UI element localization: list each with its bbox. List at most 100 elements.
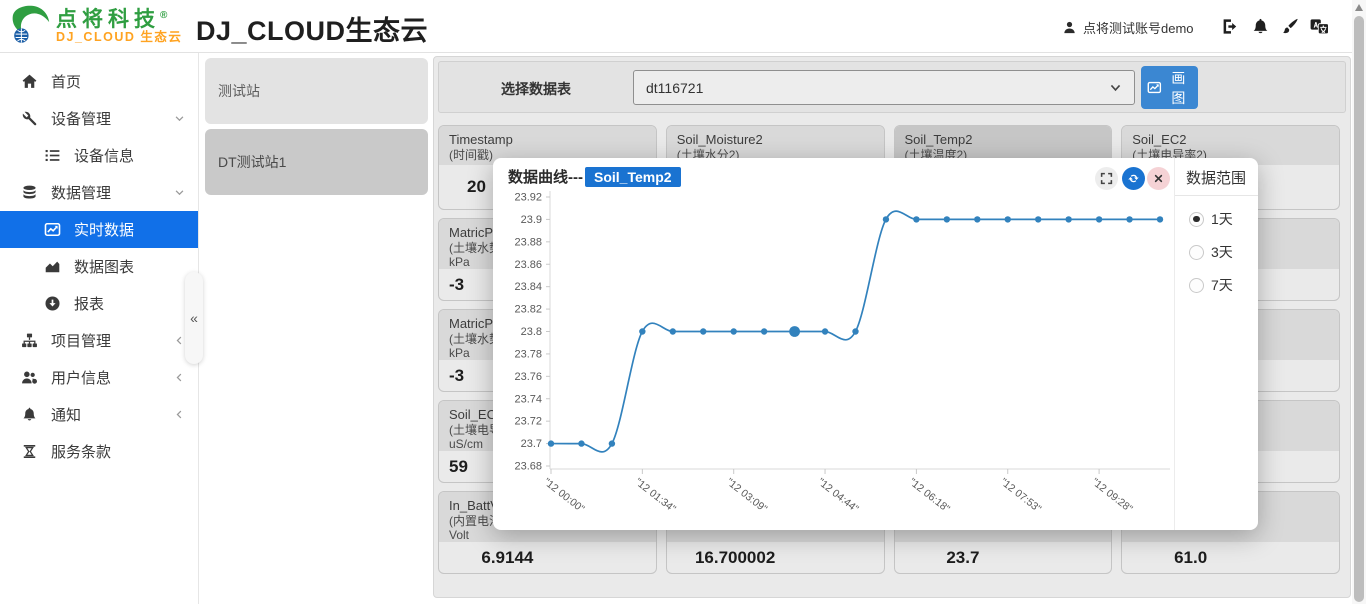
svg-text:"12 01:34": "12 01:34" [633,476,679,515]
svg-text:23.92: 23.92 [514,192,542,204]
range-panel: 数据范围 1天 3天 7天 [1175,158,1258,530]
card-value: 6.9144 [439,542,656,573]
sidebar-nav: 首页 设备管理 设备信息 数据管理 实时数据 数据图表 报表 [0,53,199,604]
sidebar-item-label: 通知 [51,404,81,425]
chevron-down-icon [174,187,185,198]
account-menu[interactable]: 点将测试账号demo [1062,18,1194,37]
sidebar-item-data-mgmt[interactable]: 数据管理 [0,174,198,211]
chevron-left-icon [174,409,185,420]
terms-icon [21,443,38,460]
list-icon [44,147,61,164]
chevron-left-icon [174,335,185,346]
svg-text:23.78: 23.78 [514,348,542,360]
card-value: 16.700002 [667,542,884,573]
collapse-icon: « [190,310,198,326]
series-chip: Soil_Temp2 [585,167,681,187]
svg-text:23.82: 23.82 [514,304,542,316]
card-value: 61.0 [1122,542,1339,573]
sidebar-item-device-mgmt[interactable]: 设备管理 [0,100,198,137]
sidebar-item-label: 设备信息 [74,145,134,166]
draw-chart-label: 画图 [1165,68,1192,108]
sidebar-item-user-info[interactable]: 用户信息 [0,359,198,396]
scrollbar-thumb[interactable] [1354,16,1364,602]
logo-swirl-icon [7,3,53,49]
sidebar-item-device-info[interactable]: 设备信息 [0,137,198,174]
range-option-1day[interactable]: 1天 [1189,209,1258,229]
chart-line-icon [44,221,61,238]
app-root: 点将科技® DJ_CLOUD 生态云 DJ_CLOUD生态云 点将测试账号dem… [0,0,1366,604]
svg-text:"12 07:53": "12 07:53" [998,476,1044,515]
sidebar-item-realtime-data[interactable]: 实时数据 [0,211,198,248]
svg-text:23.84: 23.84 [514,281,542,293]
range-option-label: 1天 [1211,209,1233,229]
brand-logo: 点将科技® DJ_CLOUD 生态云 [7,3,182,49]
svg-text:23.68: 23.68 [514,461,542,473]
bell-icon [21,406,38,423]
brand-subtitle: DJ_CLOUD 生态云 [56,31,182,45]
user-icon [1062,20,1077,35]
sidebar-item-notifications[interactable]: 通知 [0,396,198,433]
sidebar-item-label: 报表 [74,293,104,314]
range-option-label: 7天 [1211,275,1233,295]
svg-text:23.8: 23.8 [521,326,542,338]
station-card-test[interactable]: 测试站 [205,58,428,124]
draw-chart-button[interactable]: 画图 [1141,66,1198,109]
radio-icon [1189,245,1204,260]
sidebar-collapse-handle[interactable]: « [185,272,203,364]
station-label: 测试站 [218,81,260,101]
svg-text:"12 04:44": "12 04:44" [815,476,861,515]
sidebar-item-label: 项目管理 [51,330,111,351]
tools-icon [21,110,38,127]
range-option-3day[interactable]: 3天 [1189,242,1258,262]
home-icon [21,73,38,90]
top-header: 点将科技® DJ_CLOUD 生态云 DJ_CLOUD生态云 点将测试账号dem… [0,0,1366,53]
chart-line-icon [1147,80,1162,95]
users-icon [21,369,38,386]
radio-icon [1189,278,1204,293]
chevron-left-icon [174,372,185,383]
svg-text:23.72: 23.72 [514,416,542,428]
svg-text:"12 03:09": "12 03:09" [724,476,770,515]
line-chart[interactable]: 23.9223.923.8823.8623.8423.8223.823.7823… [493,186,1175,530]
svg-text:"12 09:28": "12 09:28" [1089,476,1135,515]
station-list: 测试站 DT测试站1 [200,53,432,604]
station-card-dt-test1[interactable]: DT测试站1 [205,129,428,195]
sitemap-icon [21,332,38,349]
card-value: 23.7 [895,542,1112,573]
page-title: DJ_CLOUD生态云 [196,9,428,48]
scrollbar-up-arrow[interactable] [1355,4,1363,11]
sidebar-item-label: 数据图表 [74,256,134,277]
sidebar-item-reports[interactable]: 报表 [0,285,198,322]
sidebar-item-home[interactable]: 首页 [0,63,198,100]
brand-name: 点将科技® [56,8,182,31]
logout-icon[interactable] [1221,17,1240,36]
station-label: DT测试站1 [218,152,286,172]
select-caret-icon [1109,81,1122,94]
translate-icon[interactable] [1310,17,1329,36]
chart-area-icon [44,258,61,275]
sidebar-item-label: 设备管理 [51,108,111,129]
svg-text:23.74: 23.74 [514,393,542,405]
range-panel-title: 数据范围 [1175,158,1258,196]
sidebar-item-project-mgmt[interactable]: 项目管理 [0,322,198,359]
bell-icon[interactable] [1251,17,1270,36]
brush-icon[interactable] [1281,17,1300,36]
modal-title: 数据曲线---Soil_Temp2 [508,166,681,187]
sidebar-item-label: 服务条款 [51,441,111,462]
report-icon [44,295,61,312]
svg-text:"12 00:00": "12 00:00" [541,476,587,515]
svg-text:23.88: 23.88 [514,236,542,248]
svg-text:"12 06:18": "12 06:18" [907,476,953,515]
sidebar-item-data-charts[interactable]: 数据图表 [0,248,198,285]
range-option-7day[interactable]: 7天 [1189,275,1258,295]
line-chart-canvas: 23.9223.923.8823.8623.8423.8223.823.7823… [493,186,1175,530]
data-table-select[interactable]: dt116721 [633,70,1135,105]
chart-zone: 数据曲线---Soil_Temp2 23.9223.923.8823.8623.… [493,158,1175,530]
sidebar-item-label: 首页 [51,71,81,92]
svg-text:23.9: 23.9 [521,214,542,226]
radio-icon [1189,212,1204,227]
chevron-down-icon [174,113,185,124]
data-table-toolbar: 选择数据表 dt116721 画图 [438,61,1346,113]
sidebar-item-label: 实时数据 [74,219,134,240]
sidebar-item-terms[interactable]: 服务条款 [0,433,198,470]
